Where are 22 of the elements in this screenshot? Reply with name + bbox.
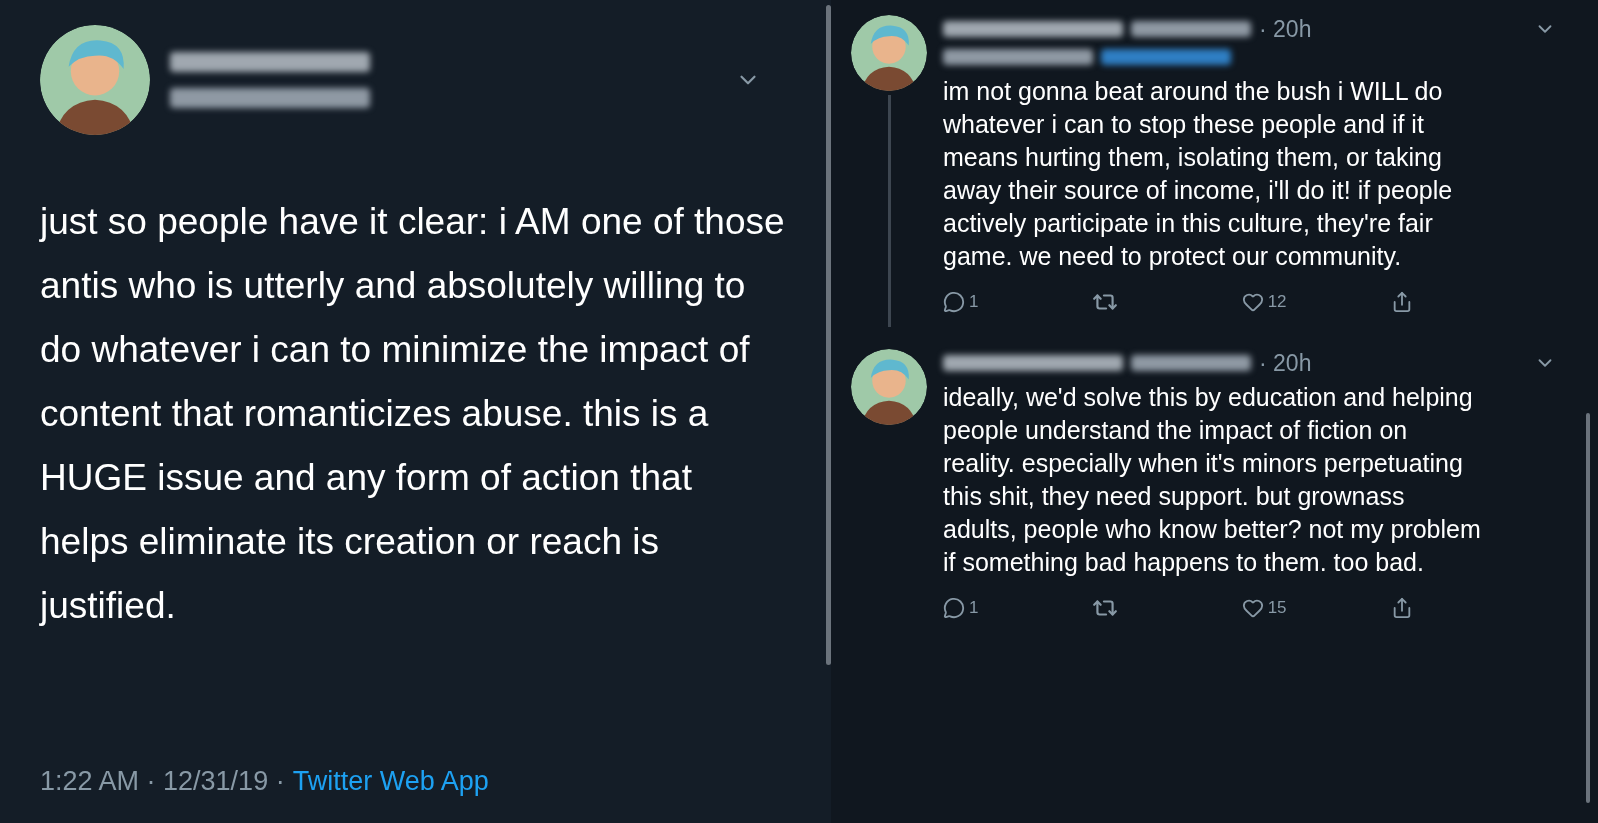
like-icon[interactable]	[1241, 597, 1264, 619]
reply-icon[interactable]	[943, 291, 965, 313]
avatar[interactable]	[40, 25, 150, 135]
reply-count: 1	[969, 597, 979, 620]
tweet-text: just so people have it clear: i AM one of those antis who is utterly and absolutely willing to do whatever i can to minimize the impact of content that romanticizes abuse. this is a HUGE issue and any form of action that helps eliminate its creation or reach is justified.	[40, 200, 785, 628]
like-count: 15	[1267, 597, 1287, 620]
share-icon[interactable]	[1391, 597, 1413, 619]
reply-icon[interactable]	[943, 597, 965, 619]
like-icon[interactable]	[1241, 291, 1264, 313]
reply-text: im not gonna beat around the bush i WILL do whatever i can to stop these people and if it means hurting them, isolating them, or taking away their source of income, i'll do it! if people actively participate in this culture, they're fair game. we need to protect our community.	[943, 76, 1454, 272]
avatar[interactable]	[851, 15, 927, 91]
reply-count: 1	[969, 291, 979, 314]
like-count: 12	[1267, 291, 1287, 314]
scrollbar[interactable]	[1586, 413, 1590, 803]
tweet-time: · 20h	[1259, 14, 1312, 44]
avatar[interactable]	[851, 349, 927, 425]
share-icon[interactable]	[1391, 291, 1413, 313]
tweet-time: · 20h	[1259, 348, 1312, 378]
source-link[interactable]: Twitter Web App	[292, 760, 489, 801]
scrollbar[interactable]	[826, 5, 831, 665]
reply-text: ideally, we'd solve this by education and helping people understand the impact of fiction on reality. especially when it's minors perpetuating this shit, they need support. but grownass adults, people who know better? not my problem if something bad happens to them. too bad.	[943, 382, 1482, 578]
tweet-meta: 1:22 AM · 12/31/19 ·	[40, 764, 285, 798]
